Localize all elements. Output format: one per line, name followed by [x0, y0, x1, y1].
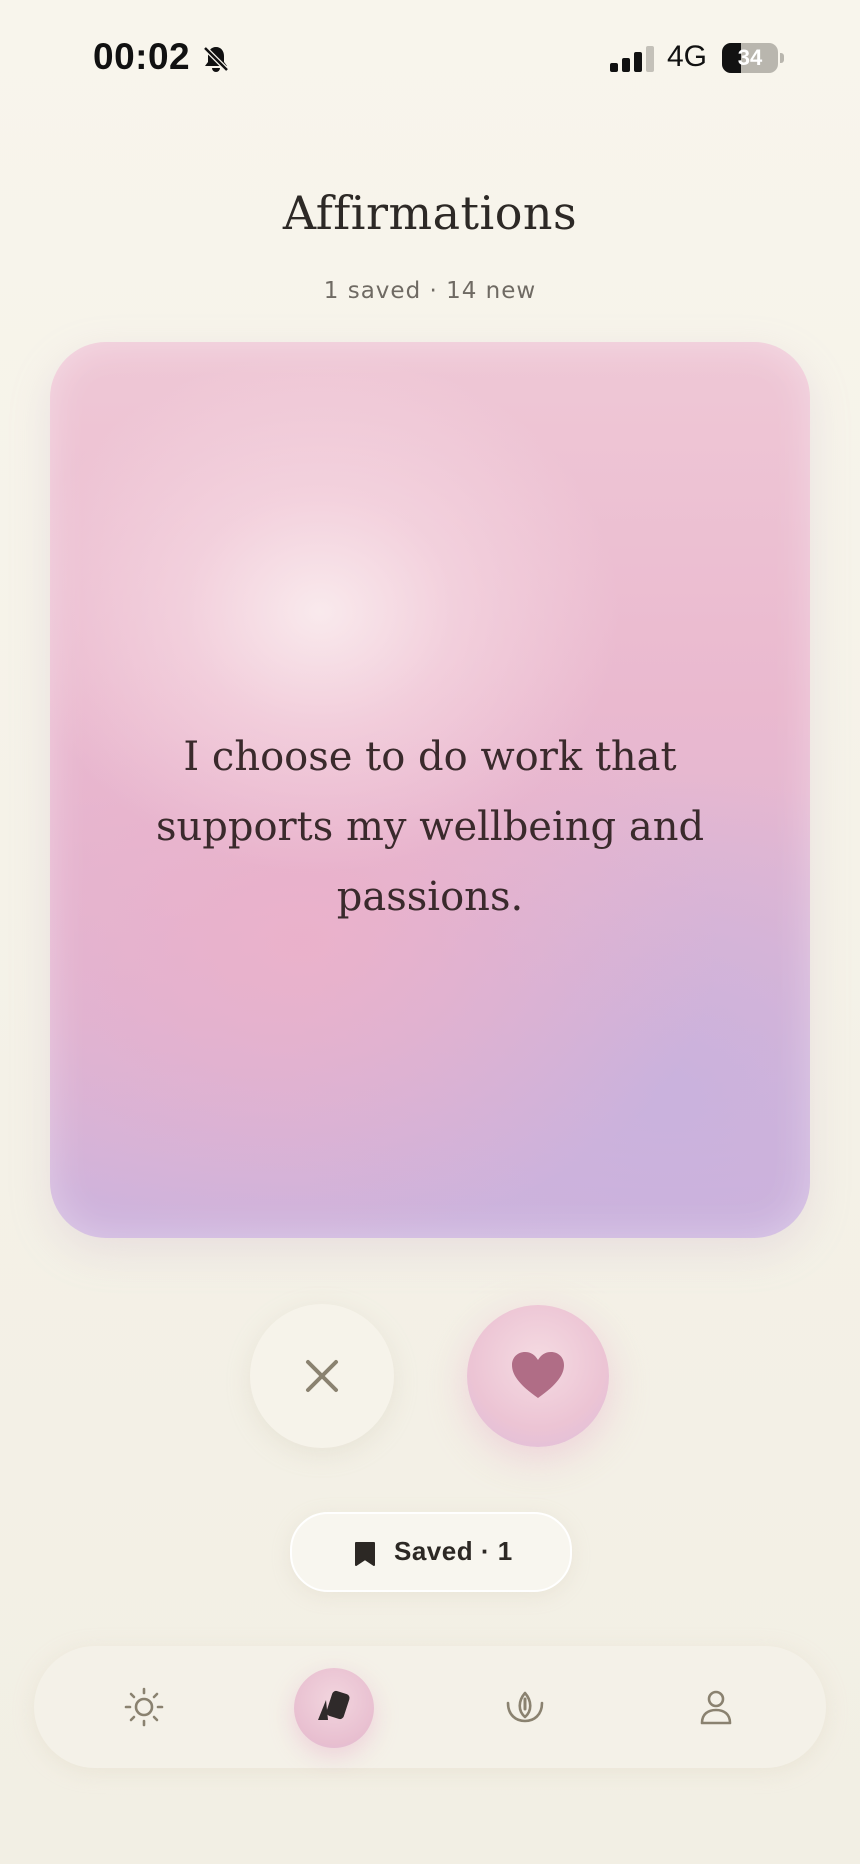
lotus-icon — [506, 1691, 544, 1723]
tab-meditate[interactable] — [465, 1646, 585, 1768]
affirmation-text: I choose to do work that supports my wel… — [155, 734, 705, 920]
profile-icon — [700, 1690, 732, 1725]
tab-today[interactable] — [84, 1646, 204, 1768]
like-button[interactable] — [467, 1305, 609, 1447]
battery-icon: 34 — [722, 43, 784, 73]
tab-profile[interactable] — [656, 1646, 776, 1768]
dismiss-button[interactable] — [250, 1304, 394, 1448]
sun-icon — [124, 1687, 164, 1727]
tab-affirmations[interactable] — [274, 1646, 394, 1768]
bell-slash-icon — [202, 45, 230, 73]
tab-bar — [34, 1646, 826, 1768]
status-time: 00:02 — [93, 36, 191, 77]
network-type: 4G — [667, 40, 708, 73]
status-bar: 00:02 4G 34 — [0, 0, 860, 116]
close-icon — [306, 1360, 338, 1392]
page-subtitle: 1 saved · 14 new — [323, 278, 537, 304]
signal-icon — [610, 46, 654, 72]
page-title: Affirmations — [282, 186, 578, 240]
battery-percent: 34 — [737, 45, 763, 70]
cards-icon — [318, 1690, 350, 1720]
saved-label: Saved · 1 — [394, 1536, 513, 1566]
heart-icon — [512, 1352, 564, 1398]
bookmark-icon — [355, 1542, 375, 1566]
affirmation-card[interactable]: I choose to do work that supports my wel… — [50, 342, 810, 1238]
saved-button[interactable]: Saved · 1 — [290, 1512, 572, 1592]
